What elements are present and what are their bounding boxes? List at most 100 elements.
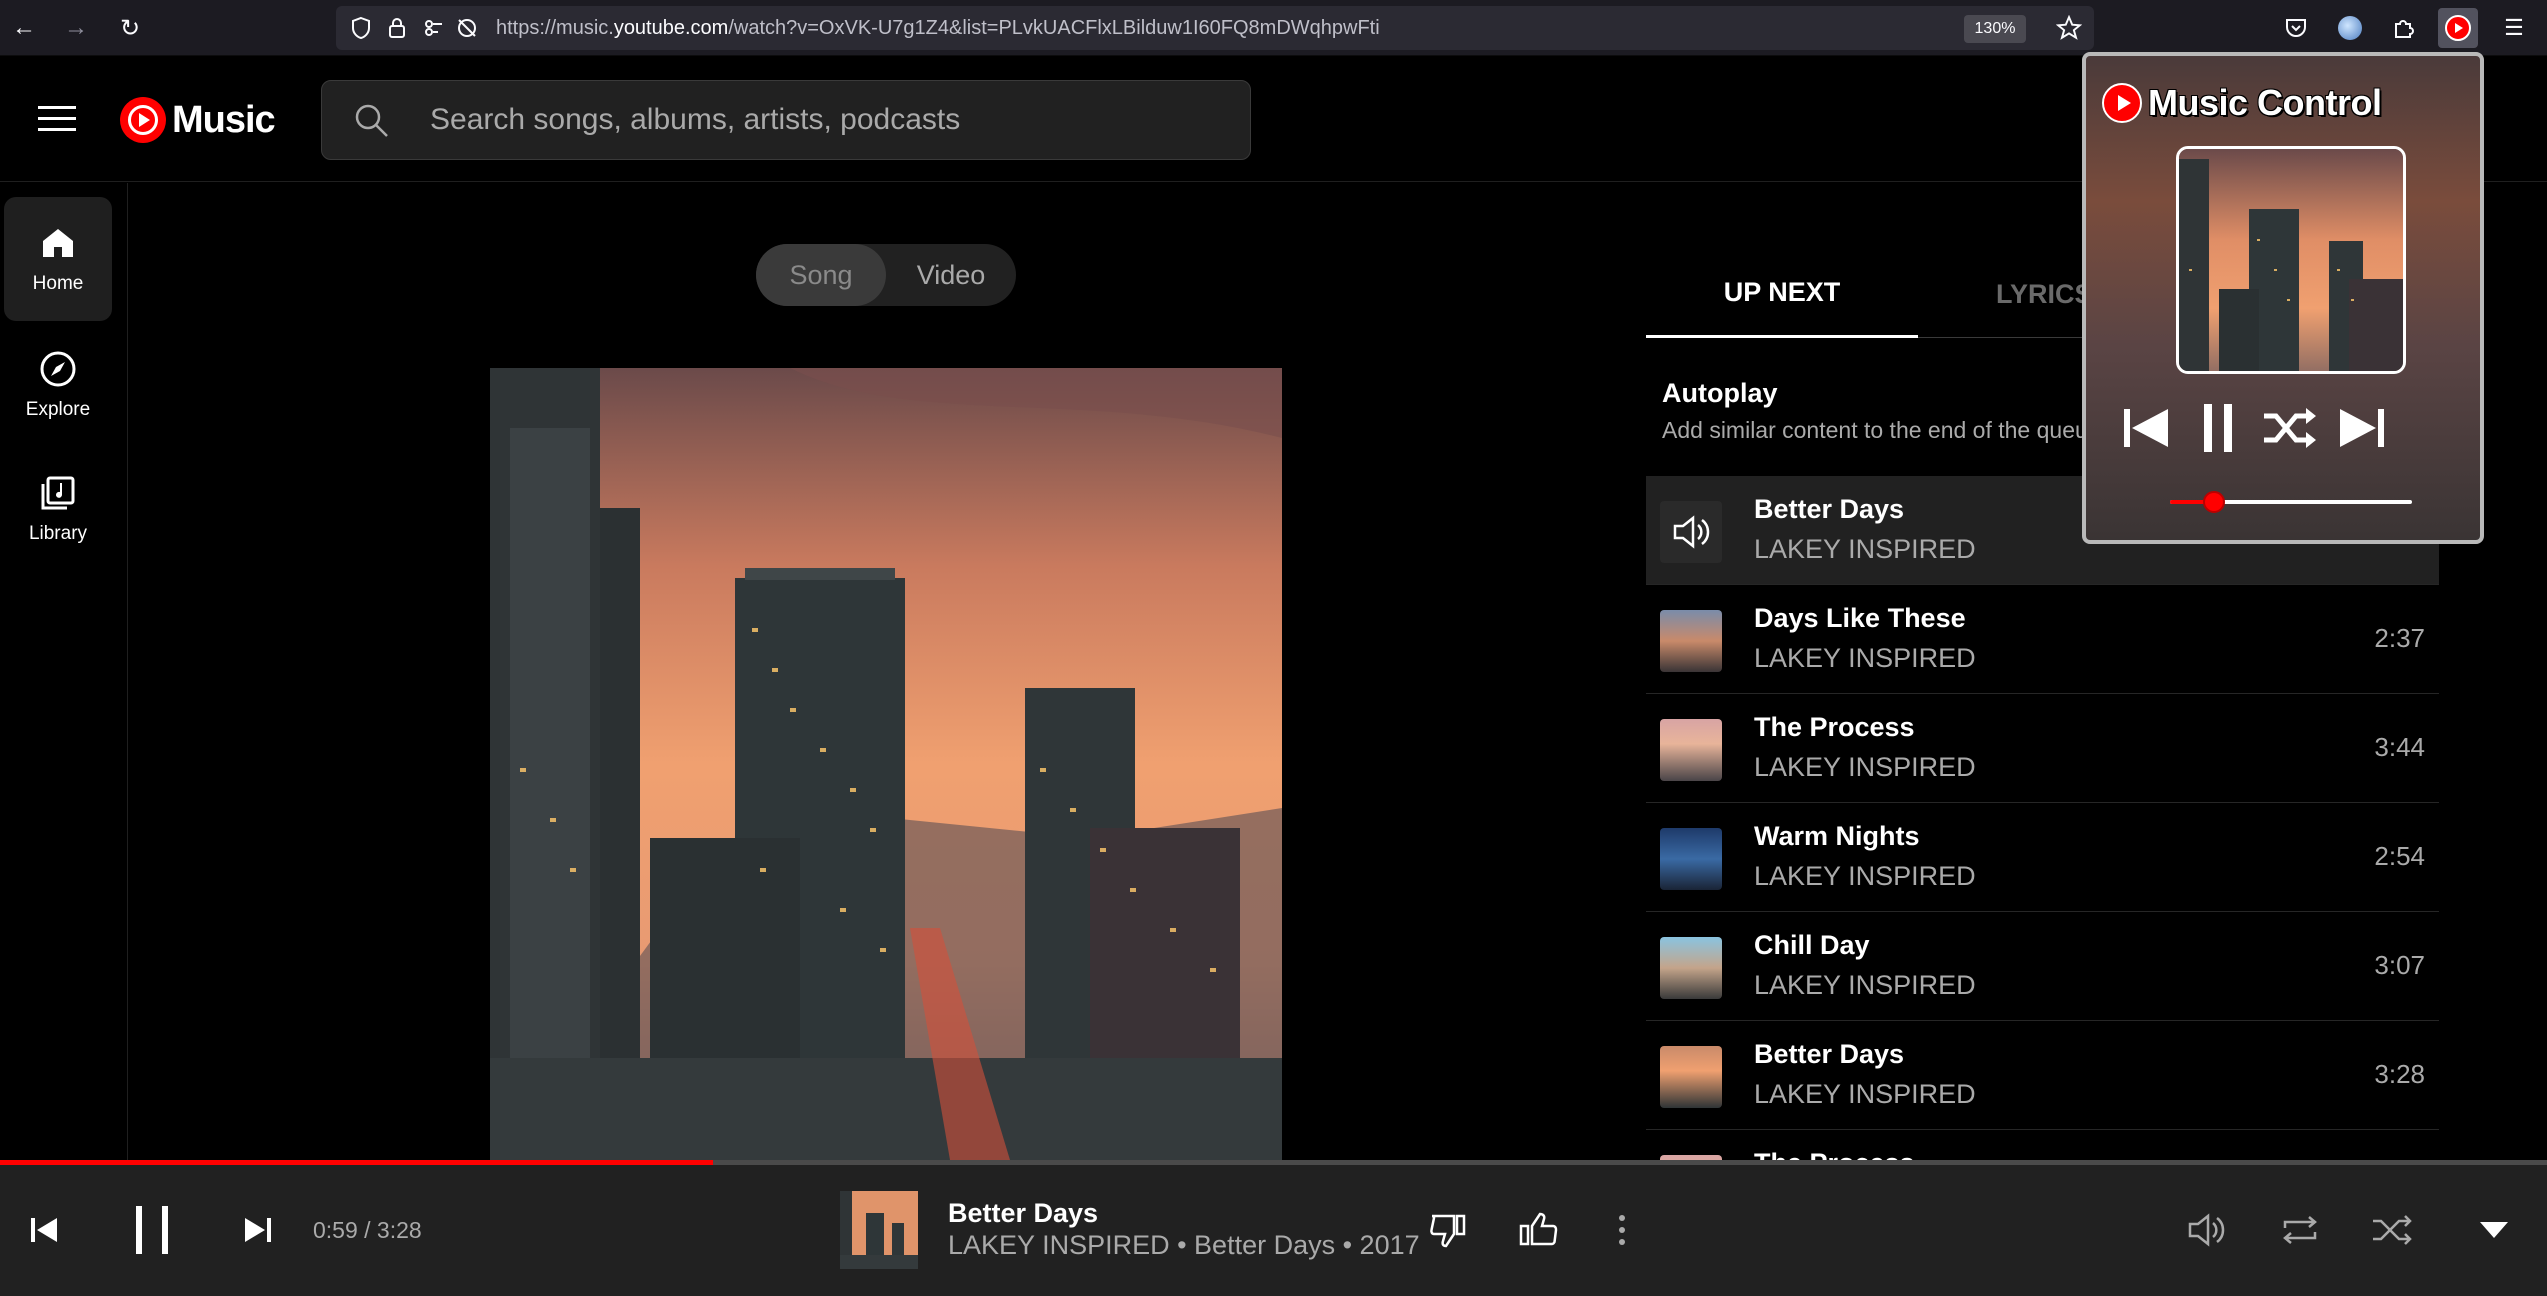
search-box[interactable]: [321, 80, 1251, 160]
queue-list: Better Days LAKEY INSPIRED Days Like The…: [1646, 476, 2439, 1160]
popup-progress-handle[interactable]: [2202, 491, 2225, 513]
sidebar: Home Explore Library: [0, 183, 128, 1160]
pause-icon: [2204, 404, 2232, 452]
progress-bar[interactable]: [0, 1160, 2547, 1165]
compass-icon: [38, 349, 78, 389]
queue-item[interactable]: The Process LAKEY INSPIRED 3:44: [1646, 694, 2439, 803]
url-text[interactable]: https://music.youtube.com/watch?v=OxVK-U…: [496, 17, 1380, 40]
repeat-button[interactable]: [2276, 1206, 2324, 1254]
skip-next-icon: [2340, 409, 2384, 447]
now-playing-thumbnail[interactable]: [840, 1191, 918, 1269]
thumbs-up-icon: [1519, 1212, 1558, 1246]
search-icon[interactable]: [352, 101, 392, 141]
shield-icon[interactable]: [348, 15, 374, 41]
now-playing-title[interactable]: Better Days: [948, 1198, 1098, 1229]
tab-video[interactable]: Video: [886, 244, 1016, 306]
sidebar-item-label: Home: [32, 273, 84, 294]
volume-button[interactable]: [2182, 1206, 2230, 1254]
browser-toolbar: ← → ↻ https://music.youtube.com/watch?v=…: [0, 0, 2547, 56]
queue-item[interactable]: Days Like These LAKEY INSPIRED 2:37: [1646, 585, 2439, 694]
popup-title-text: Music Control: [2148, 82, 2382, 123]
shuffle-icon: [2264, 408, 2316, 448]
queue-item-thumbnail: [1660, 719, 1722, 781]
queue-item-title: Warm Nights: [1754, 821, 1920, 851]
skip-next-icon: [245, 1218, 271, 1242]
dislike-button[interactable]: [1424, 1206, 1472, 1254]
queue-item-title: The Process: [1754, 1148, 1915, 1160]
popup-next-button[interactable]: [2332, 398, 2392, 458]
lock-icon[interactable]: [384, 15, 410, 41]
progress-fill: [0, 1160, 714, 1165]
queue-item-thumbnail: [1660, 828, 1722, 890]
popup-previous-button[interactable]: [2116, 398, 2176, 458]
shuffle-button[interactable]: [2368, 1206, 2416, 1254]
ytmusic-logo[interactable]: Music: [120, 96, 276, 144]
queue-item[interactable]: Better Days LAKEY INSPIRED 3:28: [1646, 1021, 2439, 1130]
pause-icon: [136, 1206, 168, 1254]
home-icon: [38, 223, 78, 263]
sidebar-item-explore[interactable]: Explore: [4, 323, 112, 447]
queue-item-title: The Process: [1754, 712, 1915, 742]
popup-progress-slider[interactable]: [2170, 491, 2412, 513]
skip-previous-icon: [31, 1218, 57, 1242]
library-icon: [38, 473, 78, 513]
song-video-toggle: Song Video: [756, 244, 1016, 306]
autoplay-subtitle: Add similar content to the end of the qu…: [1662, 417, 2082, 443]
queue-item-artist: LAKEY INSPIRED: [1754, 534, 1976, 564]
queue-item[interactable]: Chill Day LAKEY INSPIRED 3:07: [1646, 912, 2439, 1021]
more-options-button[interactable]: [1598, 1206, 1646, 1254]
album-art: [490, 368, 1282, 1160]
thumbs-down-icon: [1430, 1214, 1466, 1248]
queue-item-thumbnail: [1660, 610, 1722, 672]
reload-icon[interactable]: ↻: [112, 10, 148, 46]
player-bar: 0:59 / 3:28 Better Days LAKEY INSPIRED •…: [0, 1160, 2547, 1296]
account-avatar-icon[interactable]: [2330, 8, 2370, 48]
queue-item[interactable]: Warm Nights LAKEY INSPIRED 2:54: [1646, 803, 2439, 912]
youtube-logo-icon: [2102, 83, 2142, 123]
queue-item-artist: LAKEY INSPIRED: [1754, 643, 1976, 673]
tab-song[interactable]: Song: [756, 244, 886, 306]
repeat-icon: [2283, 1216, 2317, 1244]
queue-item-artist: LAKEY INSPIRED: [1754, 752, 1976, 782]
sidebar-item-label: Explore: [25, 399, 91, 420]
music-control-extension-icon[interactable]: [2438, 8, 2478, 48]
caret-down-icon: [2480, 1222, 2508, 1238]
queue-item-duration: 2:37: [2374, 623, 2425, 653]
url-prefix: https://music.: [496, 17, 614, 39]
zoom-level-badge[interactable]: 130%: [1964, 15, 2026, 43]
permissions-icon[interactable]: [424, 15, 450, 41]
forward-arrow-icon[interactable]: →: [58, 10, 94, 46]
hamburger-menu-icon[interactable]: [38, 106, 76, 132]
like-button[interactable]: [1514, 1206, 1562, 1254]
queue-item-title: Better Days: [1754, 494, 1905, 524]
back-arrow-icon[interactable]: ←: [6, 10, 42, 46]
queue-item-title: Days Like These: [1754, 603, 1966, 633]
bookmark-star-icon[interactable]: [2056, 15, 2082, 41]
queue-item-duration: 3:07: [2374, 950, 2425, 980]
tab-lyrics[interactable]: LYRICS: [1996, 250, 2093, 338]
now-playing-subtitle[interactable]: LAKEY INSPIRED • Better Days • 2017: [948, 1230, 1420, 1261]
previous-button[interactable]: [22, 1208, 66, 1252]
expand-player-button[interactable]: [2470, 1206, 2518, 1254]
speaker-icon: [1660, 501, 1722, 563]
pocket-icon[interactable]: [2276, 8, 2316, 48]
shuffle-icon: [2373, 1215, 2412, 1245]
tracking-protection-icon[interactable]: [454, 15, 480, 41]
autoplay-title: Autoplay: [1662, 378, 1778, 408]
sidebar-item-library[interactable]: Library: [4, 447, 112, 571]
extensions-puzzle-icon[interactable]: [2384, 8, 2424, 48]
play-pause-button[interactable]: [120, 1198, 184, 1262]
url-path: /watch?v=OxVK-U7g1Z4&list=PLvkUACFlxLBil…: [728, 17, 1380, 39]
sidebar-item-label: Library: [28, 523, 88, 544]
menu-icon[interactable]: ☰: [2494, 8, 2534, 48]
url-bar[interactable]: https://music.youtube.com/watch?v=OxVK-U…: [336, 6, 2094, 50]
logo-play-icon: [120, 97, 166, 143]
popup-pause-button[interactable]: [2188, 398, 2248, 458]
search-input[interactable]: [430, 81, 1230, 159]
popup-shuffle-button[interactable]: [2260, 398, 2320, 458]
volume-icon: [2188, 1213, 2225, 1247]
tab-up-next[interactable]: UP NEXT: [1646, 250, 1918, 338]
next-button[interactable]: [236, 1208, 280, 1252]
sidebar-item-home[interactable]: Home: [4, 197, 112, 321]
queue-item[interactable]: The Process: [1646, 1130, 2439, 1160]
